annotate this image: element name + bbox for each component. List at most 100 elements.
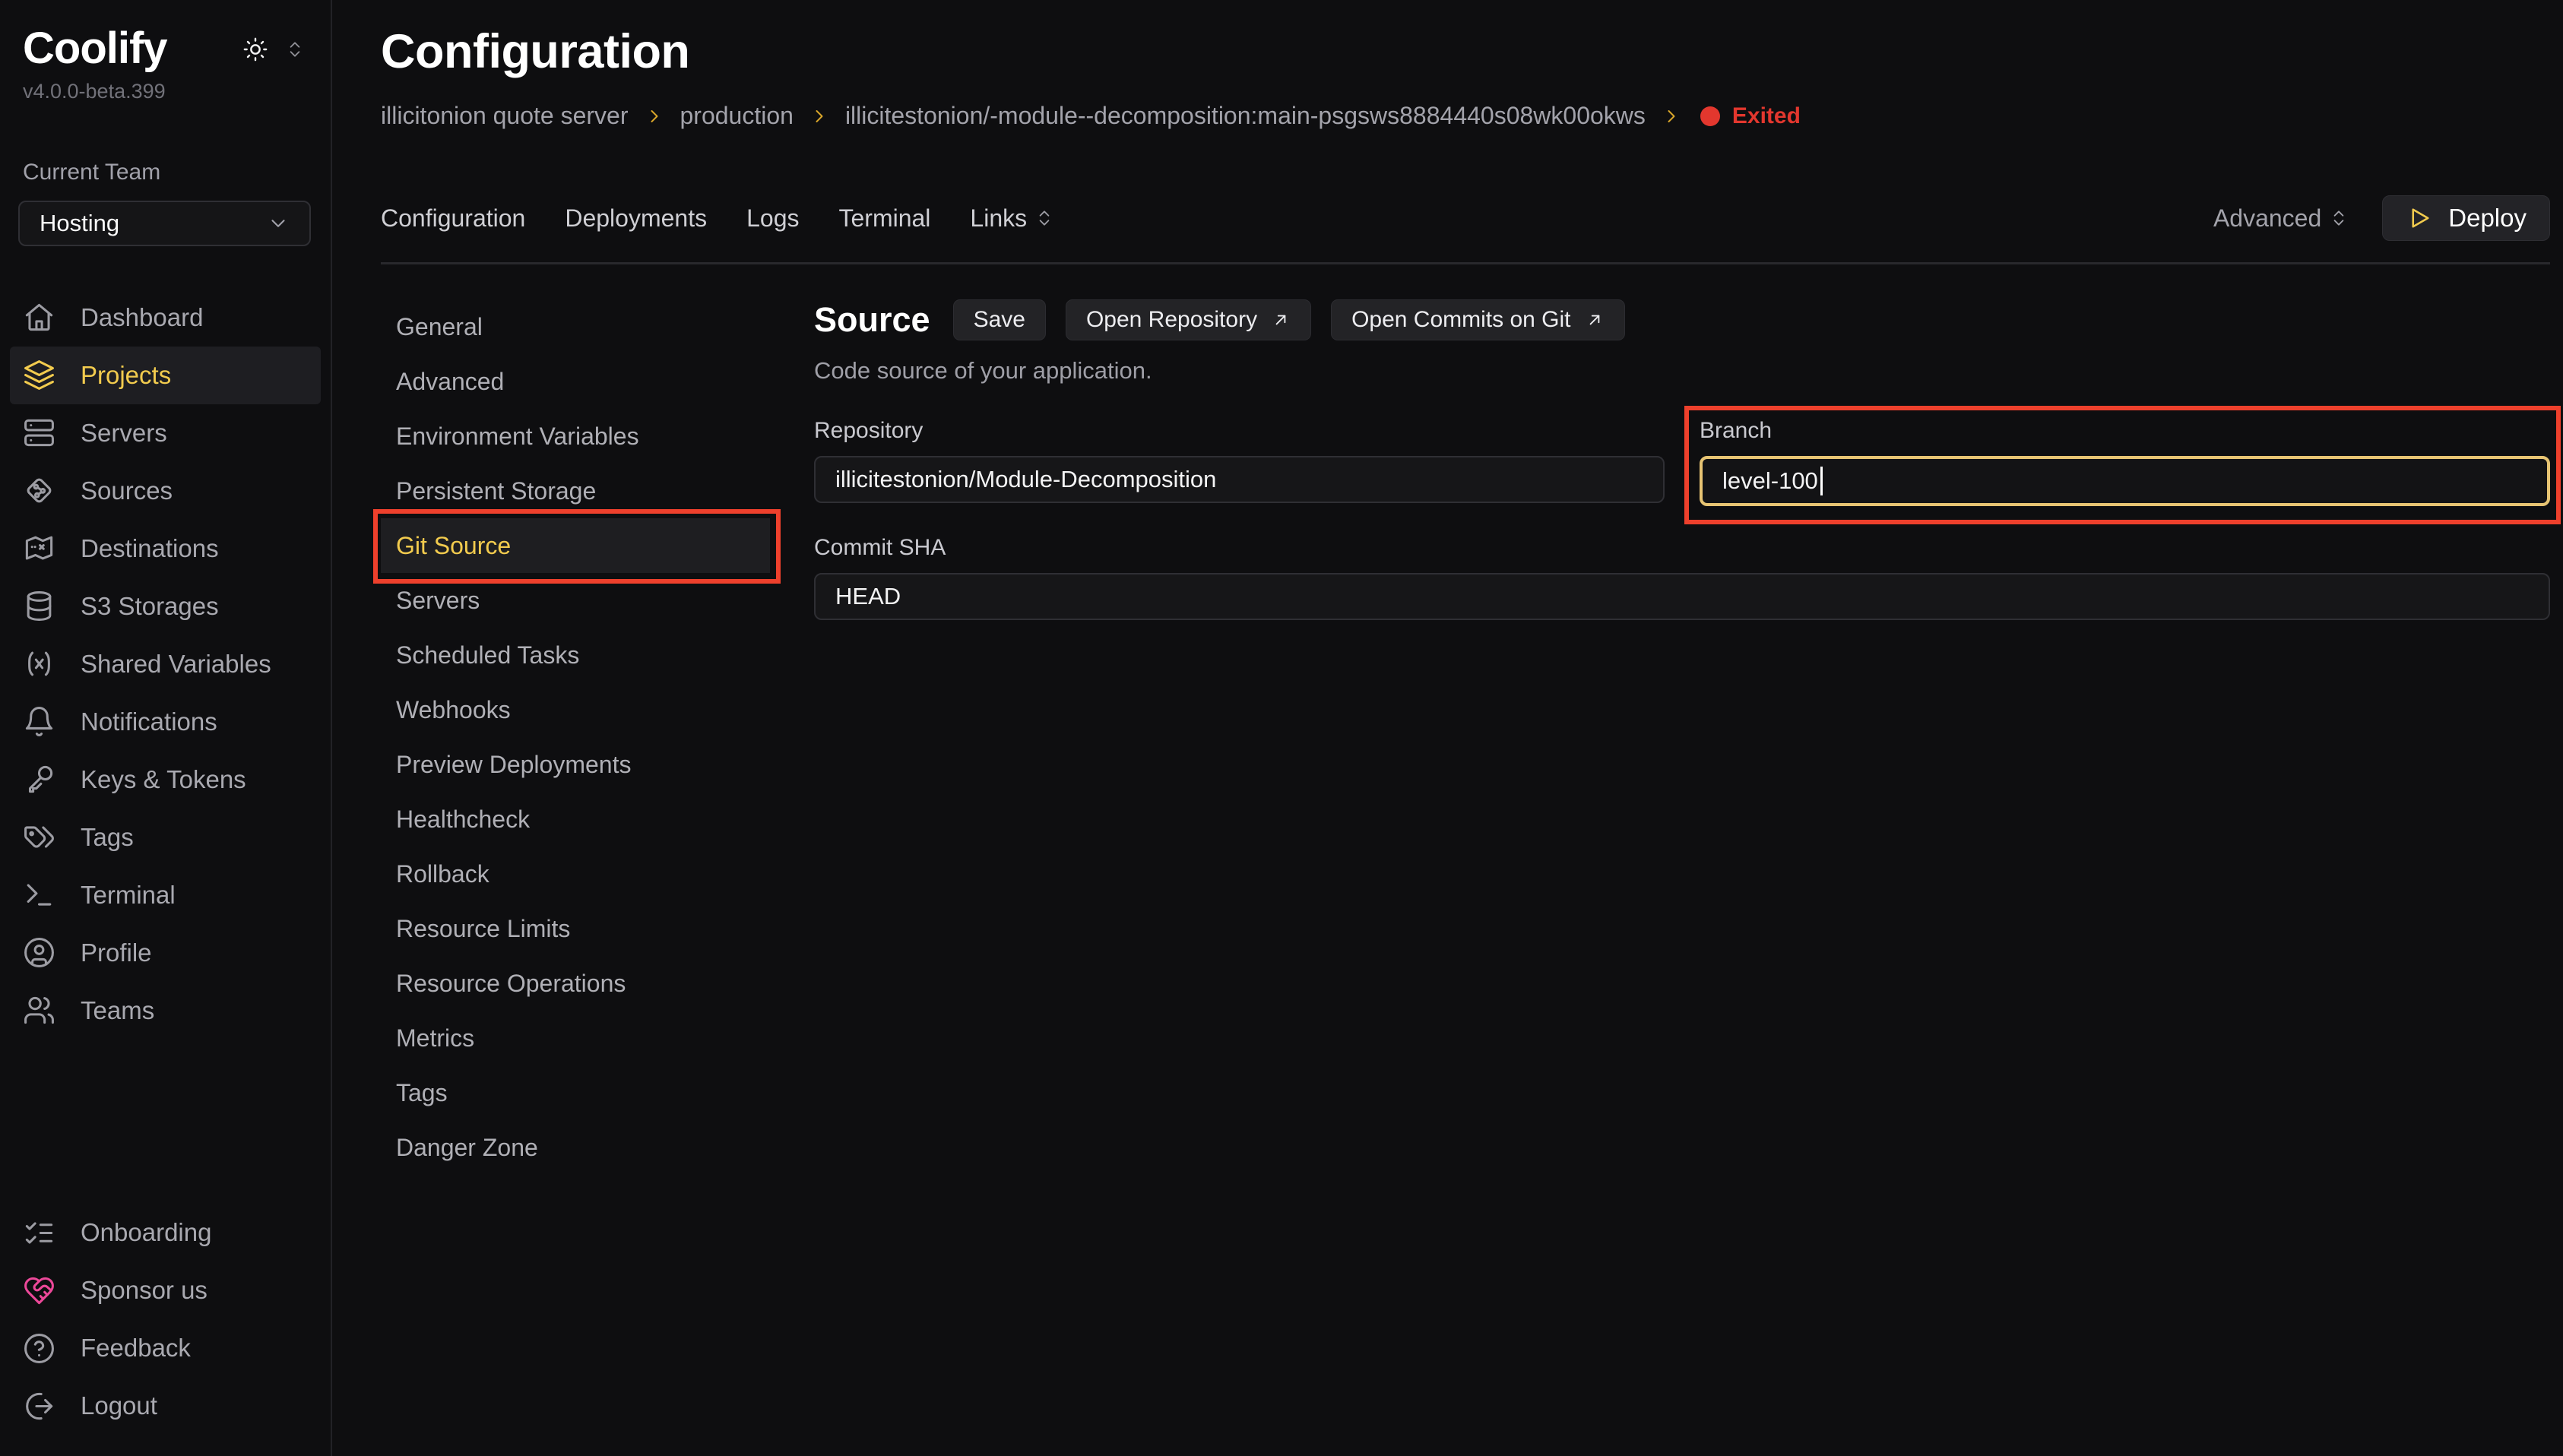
sidebar-item-label: Shared Variables [81, 650, 271, 679]
tab-terminal[interactable]: Terminal [838, 204, 930, 233]
repository-field: Repository [814, 418, 1665, 506]
tabs-right: Advanced Deploy [2213, 195, 2550, 241]
subnav-item-advanced[interactable]: Advanced [381, 354, 770, 409]
sidebar-item-dashboard[interactable]: Dashboard [10, 289, 321, 347]
sidebar-item-sponsor-us[interactable]: Sponsor us [10, 1261, 321, 1319]
sidebar-item-onboarding[interactable]: Onboarding [10, 1204, 321, 1261]
branch-label: Branch [1700, 418, 2550, 444]
branch-input[interactable]: level-100 [1700, 456, 2550, 506]
source-fields: Repository Branch level-100 Commit SHA [814, 418, 2550, 620]
sidebar-item-label: Projects [81, 361, 171, 390]
team-select-value: Hosting [40, 210, 119, 237]
play-icon [2406, 204, 2433, 232]
subnav-item-persistent-storage[interactable]: Persistent Storage [381, 464, 770, 518]
sidebar-item-label: Profile [81, 938, 152, 967]
subnav-item-danger-zone[interactable]: Danger Zone [381, 1120, 770, 1175]
sidebar-item-label: Destinations [81, 534, 219, 563]
sidebar-item-tags[interactable]: Tags [10, 809, 321, 866]
logout-icon [23, 1390, 55, 1423]
team-select[interactable]: Hosting [18, 201, 311, 246]
sidebar-item-notifications[interactable]: Notifications [10, 693, 321, 751]
heart-handshake-icon [23, 1274, 55, 1307]
repository-label: Repository [814, 418, 1665, 444]
chevron-down-icon [267, 212, 290, 235]
chevrons-up-down-icon[interactable] [285, 40, 305, 59]
server-icon [23, 416, 55, 449]
sidebar-item-label: Servers [81, 419, 167, 448]
chevrons-up-down-icon [1034, 208, 1054, 228]
sidebar-item-keys-tokens[interactable]: Keys & Tokens [10, 751, 321, 809]
tab-deployments[interactable]: Deployments [565, 204, 707, 233]
sidebar-item-label: Onboarding [81, 1218, 211, 1247]
sidebar-item-label: Dashboard [81, 303, 203, 332]
commit-sha-input[interactable] [814, 573, 2550, 620]
tab-links-label: Links [970, 204, 1027, 233]
status-badge: Exited [1700, 103, 1801, 129]
tab-logs[interactable]: Logs [746, 204, 799, 233]
open-repository-button[interactable]: Open Repository [1066, 299, 1311, 340]
subnav-item-scheduled-tasks[interactable]: Scheduled Tasks [381, 628, 770, 682]
save-button[interactable]: Save [953, 299, 1046, 340]
configuration-subnav: General Advanced Environment Variables P… [381, 299, 770, 1175]
sidebar-item-feedback[interactable]: Feedback [10, 1319, 321, 1377]
breadcrumb-environment[interactable]: production [680, 102, 794, 130]
list-checks-icon [23, 1217, 55, 1249]
terminal-icon [23, 878, 55, 911]
tabs: Configuration Deployments Logs Terminal … [381, 204, 1054, 233]
sidebar-item-projects[interactable]: Projects [10, 347, 321, 404]
tags-icon [23, 821, 55, 853]
open-commits-label: Open Commits on Git [1351, 307, 1570, 333]
subnav-item-git-source[interactable]: Git Source [381, 518, 770, 573]
deploy-button[interactable]: Deploy [2382, 195, 2550, 241]
subnav-item-general[interactable]: General [381, 299, 770, 354]
subnav-item-rollback[interactable]: Rollback [381, 847, 770, 901]
user-circle-icon [23, 936, 55, 969]
tab-configuration[interactable]: Configuration [381, 204, 525, 233]
sidebar-item-shared-variables[interactable]: Shared Variables [10, 635, 321, 693]
sidebar-item-label: Sources [81, 476, 173, 505]
open-commits-button[interactable]: Open Commits on Git [1331, 299, 1624, 340]
tab-links[interactable]: Links [970, 204, 1054, 233]
sidebar-item-label: Feedback [81, 1334, 191, 1363]
sidebar-item-teams[interactable]: Teams [10, 982, 321, 1040]
subnav-item-resource-operations[interactable]: Resource Operations [381, 956, 770, 1011]
subnav-item-servers[interactable]: Servers [381, 573, 770, 628]
layers-icon [23, 359, 55, 391]
app-logo: Coolify [23, 26, 167, 72]
breadcrumb-project[interactable]: illicitonion quote server [381, 102, 629, 130]
subnav-item-preview-deployments[interactable]: Preview Deployments [381, 737, 770, 792]
sidebar-item-destinations[interactable]: Destinations [10, 520, 321, 578]
subnav-item-healthcheck[interactable]: Healthcheck [381, 792, 770, 847]
sidebar-item-sources[interactable]: Sources [10, 462, 321, 520]
commit-sha-label: Commit SHA [814, 535, 2550, 561]
key-icon [23, 763, 55, 796]
theme-controls [242, 36, 305, 62]
sun-icon[interactable] [242, 36, 268, 62]
sidebar-item-profile[interactable]: Profile [10, 924, 321, 982]
deploy-label: Deploy [2448, 204, 2527, 233]
subnav-item-metrics[interactable]: Metrics [381, 1011, 770, 1065]
sidebar-item-label: Terminal [81, 881, 176, 910]
map-icon [23, 532, 55, 565]
current-team-label: Current Team [0, 160, 331, 185]
page-title: Configuration [381, 24, 2550, 79]
users-icon [23, 994, 55, 1027]
sidebar-item-logout[interactable]: Logout [10, 1377, 321, 1435]
app-version: v4.0.0-beta.399 [0, 80, 331, 103]
subnav-item-environment-variables[interactable]: Environment Variables [381, 409, 770, 464]
breadcrumb: illicitonion quote server production ill… [381, 102, 2550, 130]
advanced-menu[interactable]: Advanced [2213, 204, 2349, 233]
sidebar-item-s3-storages[interactable]: S3 Storages [10, 578, 321, 635]
subnav-item-label: Git Source [396, 532, 511, 560]
chevron-right-icon [809, 106, 830, 127]
sidebar-item-label: Keys & Tokens [81, 765, 246, 794]
sidebar-item-servers[interactable]: Servers [10, 404, 321, 462]
subnav-item-tags[interactable]: Tags [381, 1065, 770, 1120]
subnav-item-webhooks[interactable]: Webhooks [381, 682, 770, 737]
source-header: Source Save Open Repository Open Commits… [814, 299, 2550, 340]
repository-input[interactable] [814, 456, 1665, 503]
variable-icon [23, 647, 55, 680]
subnav-item-resource-limits[interactable]: Resource Limits [381, 901, 770, 956]
breadcrumb-application[interactable]: illicitestonion/-module--decomposition:m… [845, 102, 1646, 130]
sidebar-item-terminal[interactable]: Terminal [10, 866, 321, 924]
